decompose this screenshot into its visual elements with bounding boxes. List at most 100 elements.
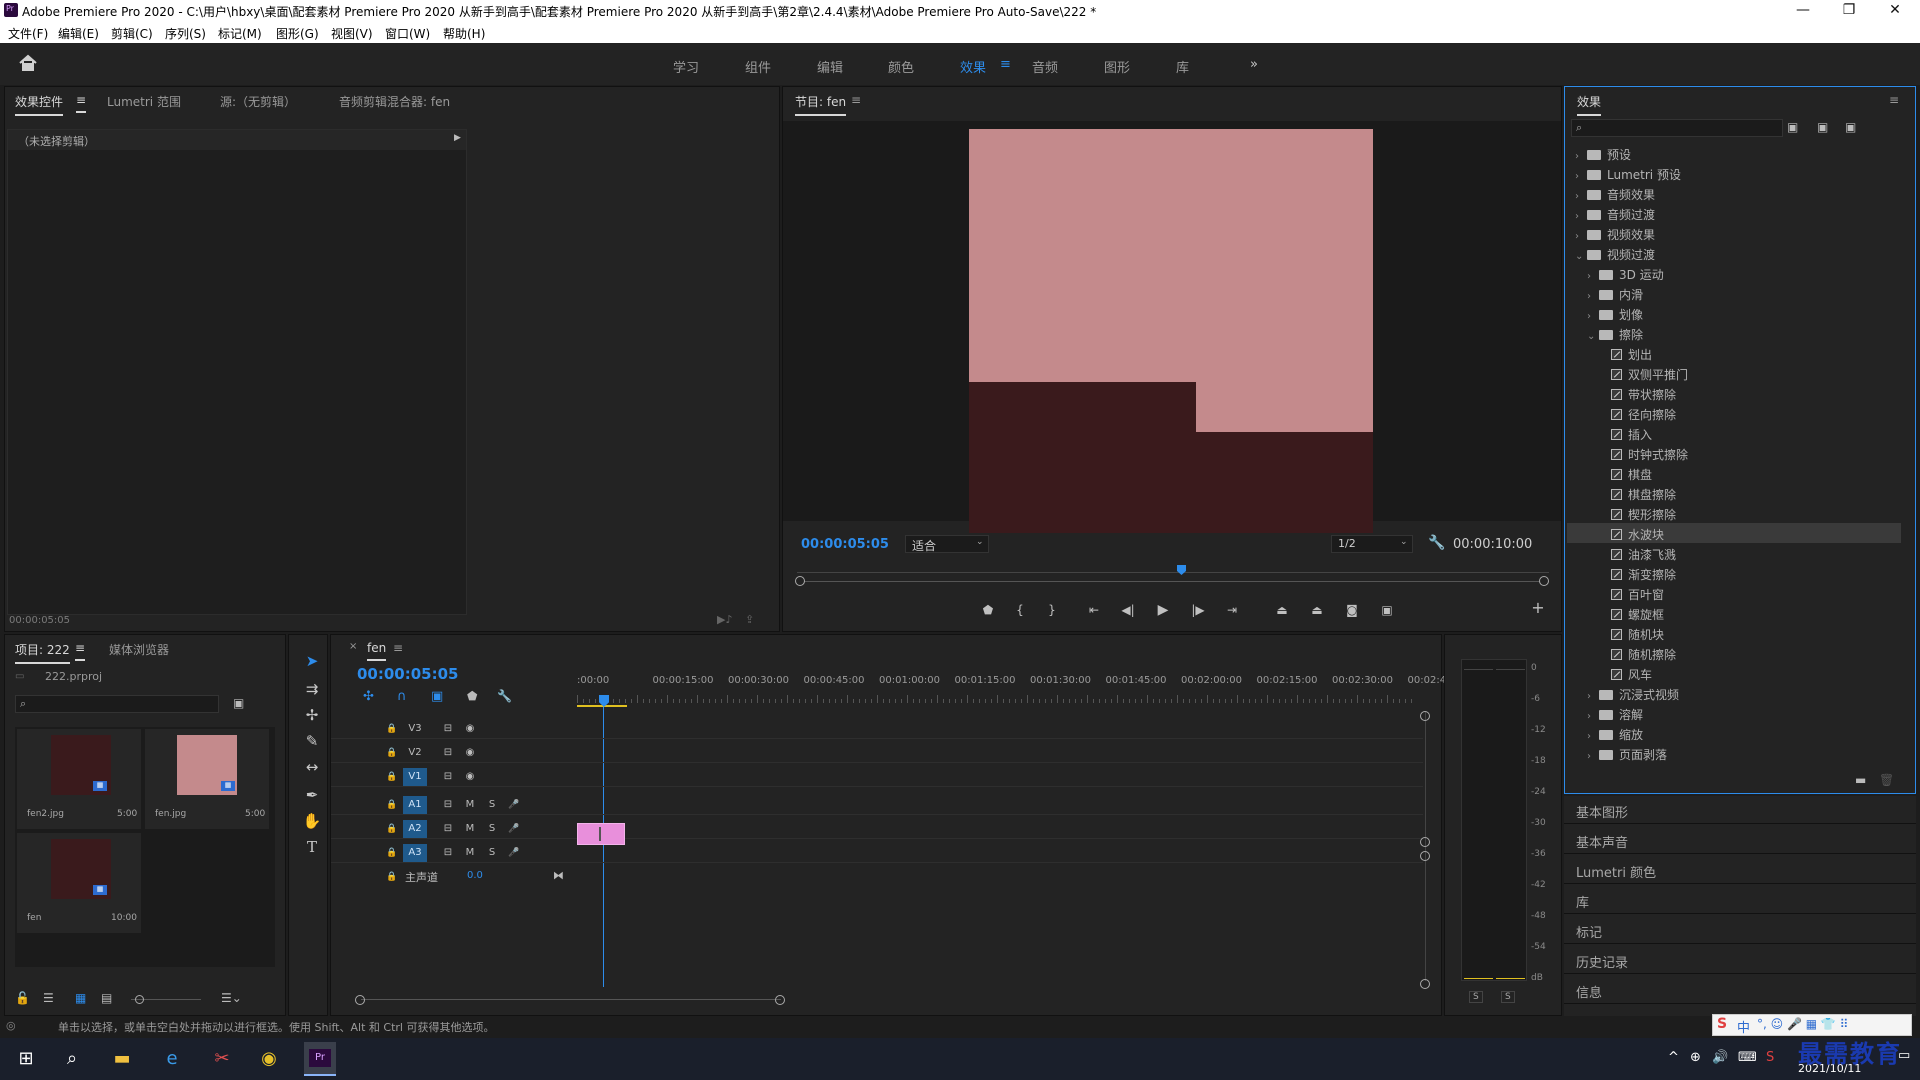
lock-track-icon[interactable]: 🔒 <box>383 868 401 886</box>
workspace-editing[interactable]: 编辑 <box>817 57 843 76</box>
tab-lumetri-scopes[interactable]: Lumetri 范围 <box>107 93 181 110</box>
chevron-down-icon[interactable]: ⌄ <box>1587 331 1599 342</box>
mute-button[interactable]: M <box>461 820 479 838</box>
chevron-right-icon[interactable]: › <box>1587 271 1599 282</box>
chevron-right-icon[interactable]: › <box>1587 311 1599 322</box>
meter-solo-left[interactable]: S <box>1469 991 1483 1003</box>
lock-track-icon[interactable]: 🔒 <box>383 720 401 738</box>
tab-source[interactable]: 源:（无剪辑） <box>220 93 296 110</box>
sync-lock-icon[interactable]: ⊟ <box>439 720 457 738</box>
search-icon[interactable]: ⌕ <box>58 1045 86 1073</box>
program-viewer[interactable] <box>783 121 1561 533</box>
effect-item[interactable]: 径向擦除 <box>1567 403 1901 423</box>
ripple-edit-tool-icon[interactable]: ✢ <box>299 703 325 727</box>
minimize-button[interactable]: — <box>1780 0 1826 21</box>
play-arrow-icon[interactable]: ▶ <box>454 133 461 143</box>
effect-folder[interactable]: › 内滑 <box>1567 283 1901 303</box>
lock-track-icon[interactable]: 🔒 <box>383 768 401 786</box>
track-label[interactable]: V3 <box>403 720 427 738</box>
work-area-bar[interactable] <box>577 705 627 707</box>
effect-item[interactable]: 楔形擦除 <box>1567 503 1901 523</box>
ime-icon[interactable]: ⌨ <box>1738 1050 1757 1065</box>
workspace-audio[interactable]: 音频 <box>1032 57 1058 76</box>
more-workspaces-icon[interactable]: » <box>1250 57 1258 72</box>
sync-lock-icon[interactable]: ⊟ <box>439 768 457 786</box>
list-view-icon[interactable]: ☰ <box>43 991 54 1005</box>
fit-dropdown[interactable]: 适合 ⌄ <box>905 535 989 553</box>
close-tab-icon[interactable]: × <box>349 641 357 652</box>
chevron-right-icon[interactable]: › <box>1575 151 1587 162</box>
tab-media-browser[interactable]: 媒体浏览器 <box>109 641 169 658</box>
effect-item[interactable]: 百叶窗 <box>1567 583 1901 603</box>
menu-sequence[interactable]: 序列(S) <box>165 25 206 42</box>
effect-folder[interactable]: › 音频过渡 <box>1567 203 1901 223</box>
program-title[interactable]: 节目: fen <box>795 93 847 116</box>
snipping-tool-icon[interactable]: ✂ <box>208 1045 236 1073</box>
close-button[interactable]: ✕ <box>1872 0 1918 21</box>
chevron-right-icon[interactable]: › <box>1587 291 1599 302</box>
track-select-tool-icon[interactable]: ⇉ <box>299 677 325 701</box>
workspace-effects[interactable]: 效果 <box>960 57 986 76</box>
timeline-settings-wrench-icon[interactable]: 🔧 <box>497 689 512 703</box>
effect-folder[interactable]: ⌄ 擦除 <box>1567 323 1901 343</box>
workspace-graphics[interactable]: 图形 <box>1104 57 1130 76</box>
panel-markers[interactable]: 标记 <box>1564 916 1916 944</box>
32bit-effects-icon[interactable]: ▣ <box>1817 120 1828 134</box>
track-label[interactable]: V1 <box>403 768 427 786</box>
effects-menu-icon[interactable]: ≡ <box>1889 93 1899 107</box>
panel-essential-sound[interactable]: 基本声音 <box>1564 826 1916 854</box>
tab-effect-controls[interactable]: 效果控件 <box>15 93 64 116</box>
chevron-right-icon[interactable]: › <box>1575 171 1587 182</box>
effect-item[interactable]: 螺旋框 <box>1567 603 1901 623</box>
effect-folder[interactable]: › 沉浸式视频 <box>1567 683 1901 703</box>
mute-button[interactable]: M <box>461 844 479 862</box>
home-icon[interactable] <box>18 54 38 72</box>
edge-browser-icon[interactable]: e <box>158 1045 186 1073</box>
accelerated-effects-icon[interactable]: ▣ <box>1787 120 1798 134</box>
tab-sequence[interactable]: fen <box>367 641 387 661</box>
lock-track-icon[interactable]: 🔒 <box>383 844 401 862</box>
export-icon[interactable]: ⇪ <box>745 613 754 626</box>
v1-clip-fen[interactable] <box>577 823 625 845</box>
zoom-handle-left[interactable] <box>795 576 805 586</box>
menu-edit[interactable]: 编辑(E) <box>58 25 99 42</box>
sync-lock-icon[interactable]: ⊟ <box>439 820 457 838</box>
project-item-sequence[interactable]: ▦ fen 10:00 <box>17 833 141 933</box>
effect-folder[interactable]: › 3D 运动 <box>1567 263 1901 283</box>
menu-view[interactable]: 视图(V) <box>331 25 373 42</box>
step-back-icon[interactable]: ◀| <box>1117 601 1139 619</box>
premiere-taskbar-button[interactable]: Pr <box>304 1042 336 1076</box>
menu-clip[interactable]: 剪辑(C) <box>111 25 153 42</box>
go-to-in-icon[interactable]: ⇤ <box>1083 601 1105 619</box>
track-label[interactable]: A1 <box>403 796 427 814</box>
vscroll-handle-audio[interactable] <box>1420 851 1430 861</box>
hand-tool-icon[interactable]: ✋ <box>299 809 325 833</box>
track-label[interactable]: V2 <box>403 744 427 762</box>
effect-folder[interactable]: ⌄ 视频过渡 <box>1567 243 1901 263</box>
project-menu-icon[interactable]: ≡ <box>75 641 86 661</box>
wrench-icon[interactable]: 🔧 <box>1428 535 1445 551</box>
effect-item[interactable]: 划出 <box>1567 343 1901 363</box>
add-button-icon[interactable]: + <box>1527 599 1549 617</box>
sort-icon[interactable]: ☰⌄ <box>221 991 242 1005</box>
add-marker-icon[interactable]: ⬟ <box>467 689 477 703</box>
chevron-right-icon[interactable]: › <box>1575 191 1587 202</box>
chrome-icon[interactable]: ◉ <box>255 1045 283 1073</box>
eye-icon[interactable]: ◉ <box>461 720 479 738</box>
scroll-handle-left[interactable] <box>355 995 365 1005</box>
panel-info[interactable]: 信息 <box>1564 976 1916 1004</box>
effect-item[interactable]: 棋盘擦除 <box>1567 483 1901 503</box>
selection-tool-icon[interactable]: ➤ <box>299 649 325 673</box>
slider-handle[interactable] <box>135 995 144 1004</box>
menu-window[interactable]: 窗口(W) <box>385 25 430 42</box>
vscroll-handle-mid[interactable] <box>1420 837 1430 847</box>
effect-item[interactable]: 油漆飞溅 <box>1567 543 1901 563</box>
menu-file[interactable]: 文件(F) <box>8 25 48 42</box>
chevron-right-icon[interactable]: › <box>1575 231 1587 242</box>
chevron-right-icon[interactable]: › <box>1587 731 1599 742</box>
track-label[interactable]: A3 <box>403 844 427 862</box>
solo-button[interactable]: S <box>483 796 501 814</box>
track-label[interactable]: A2 <box>403 820 427 838</box>
effect-item[interactable]: 风车 <box>1567 663 1901 683</box>
effect-item[interactable]: 棋盘 <box>1567 463 1901 483</box>
